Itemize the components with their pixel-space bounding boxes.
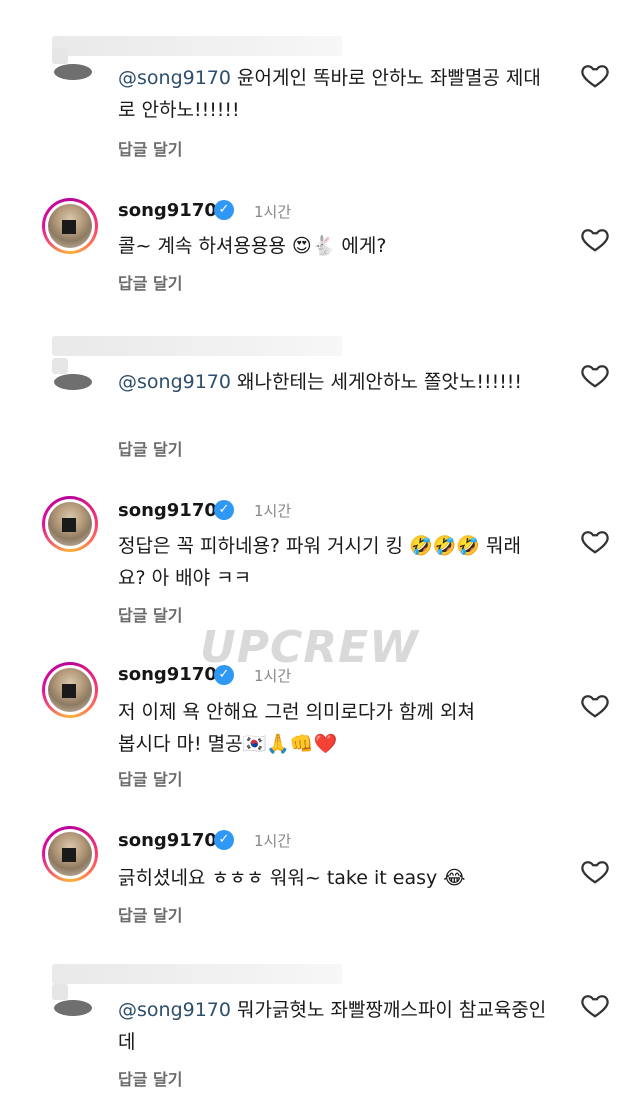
avatar-blur	[52, 984, 68, 1000]
avatar[interactable]	[42, 826, 98, 882]
heart-icon[interactable]	[580, 526, 610, 556]
avatar-photo	[48, 502, 92, 546]
reply-button[interactable]: 답글 달기	[118, 766, 182, 790]
avatar[interactable]	[46, 336, 342, 408]
blurred-username	[52, 36, 342, 56]
mention-link[interactable]: @song9170	[118, 371, 231, 393]
verified-badge-icon: ✓	[214, 830, 234, 850]
comment-username[interactable]: song9170	[118, 200, 217, 221]
avatar-blur	[54, 1000, 92, 1016]
comment-text: @song9170 뭐가긁혓노 좌빨짱깨스파이 참교육중인데	[118, 999, 547, 1053]
comment-username[interactable]: song9170	[118, 500, 217, 521]
reply-button[interactable]: 답글 달기	[118, 1066, 182, 1090]
heart-icon[interactable]	[580, 690, 610, 720]
heart-icon[interactable]	[580, 856, 610, 886]
verified-badge-icon: ✓	[214, 665, 234, 685]
timestamp: 1시간	[254, 203, 292, 221]
avatar-photo	[48, 668, 92, 712]
avatar[interactable]	[42, 496, 98, 552]
comment-username[interactable]: song9170	[118, 664, 217, 685]
timestamp: 1시간	[254, 667, 292, 685]
comment-text: 콜~ 계속 하셔용용용 😍🐇 에게?	[118, 235, 387, 257]
avatar-blur	[52, 358, 68, 374]
avatar-blur	[54, 374, 92, 390]
comment-text: 저 이제 욕 안해요 그런 의미로다가 함께 외쳐봅시다 마! 멸공🇰🇷🙏👊❤️	[118, 701, 475, 755]
heart-icon[interactable]	[580, 60, 610, 90]
reply-button[interactable]: 답글 달기	[118, 136, 182, 160]
comment-username[interactable]: song9170	[118, 830, 217, 851]
reply-button[interactable]: 답글 달기	[118, 270, 182, 294]
avatar[interactable]	[46, 964, 342, 1034]
avatar[interactable]	[42, 198, 98, 254]
mention-link[interactable]: @song9170	[118, 999, 231, 1021]
mention-link[interactable]: @song9170	[118, 67, 231, 89]
comment-text: 정답은 꼭 피하네용? 파워 거시기 킹 🤣🤣🤣 뭐래요? 아 배야 ㅋㅋ	[118, 535, 522, 589]
timestamp: 1시간	[254, 832, 292, 850]
blurred-username	[52, 964, 342, 984]
heart-icon[interactable]	[580, 360, 610, 390]
avatar-photo	[48, 832, 92, 876]
avatar-blur	[52, 48, 68, 64]
verified-badge-icon: ✓	[214, 500, 234, 520]
heart-icon[interactable]	[580, 990, 610, 1020]
avatar-blur	[54, 64, 92, 80]
comment-text: @song9170 윤어게인 똑바로 안하노 좌빨멸공 제대로 안하노!!!!!…	[118, 67, 541, 121]
verified-badge-icon: ✓	[214, 200, 234, 220]
comment-text: @song9170 왜나한테는 세게안하노 쫄앗노!!!!!!	[118, 371, 523, 393]
comment-text: 긁히셨네요 ㅎㅎㅎ 워워~ take it easy 😂	[118, 867, 466, 889]
reply-button[interactable]: 답글 달기	[118, 902, 182, 926]
timestamp: 1시간	[254, 502, 292, 520]
blurred-username	[52, 336, 342, 356]
heart-icon[interactable]	[580, 224, 610, 254]
avatar[interactable]	[46, 36, 342, 98]
reply-button[interactable]: 답글 달기	[118, 602, 182, 626]
avatar[interactable]	[42, 662, 98, 718]
reply-button[interactable]: 답글 달기	[118, 436, 182, 460]
avatar-photo	[48, 204, 92, 248]
